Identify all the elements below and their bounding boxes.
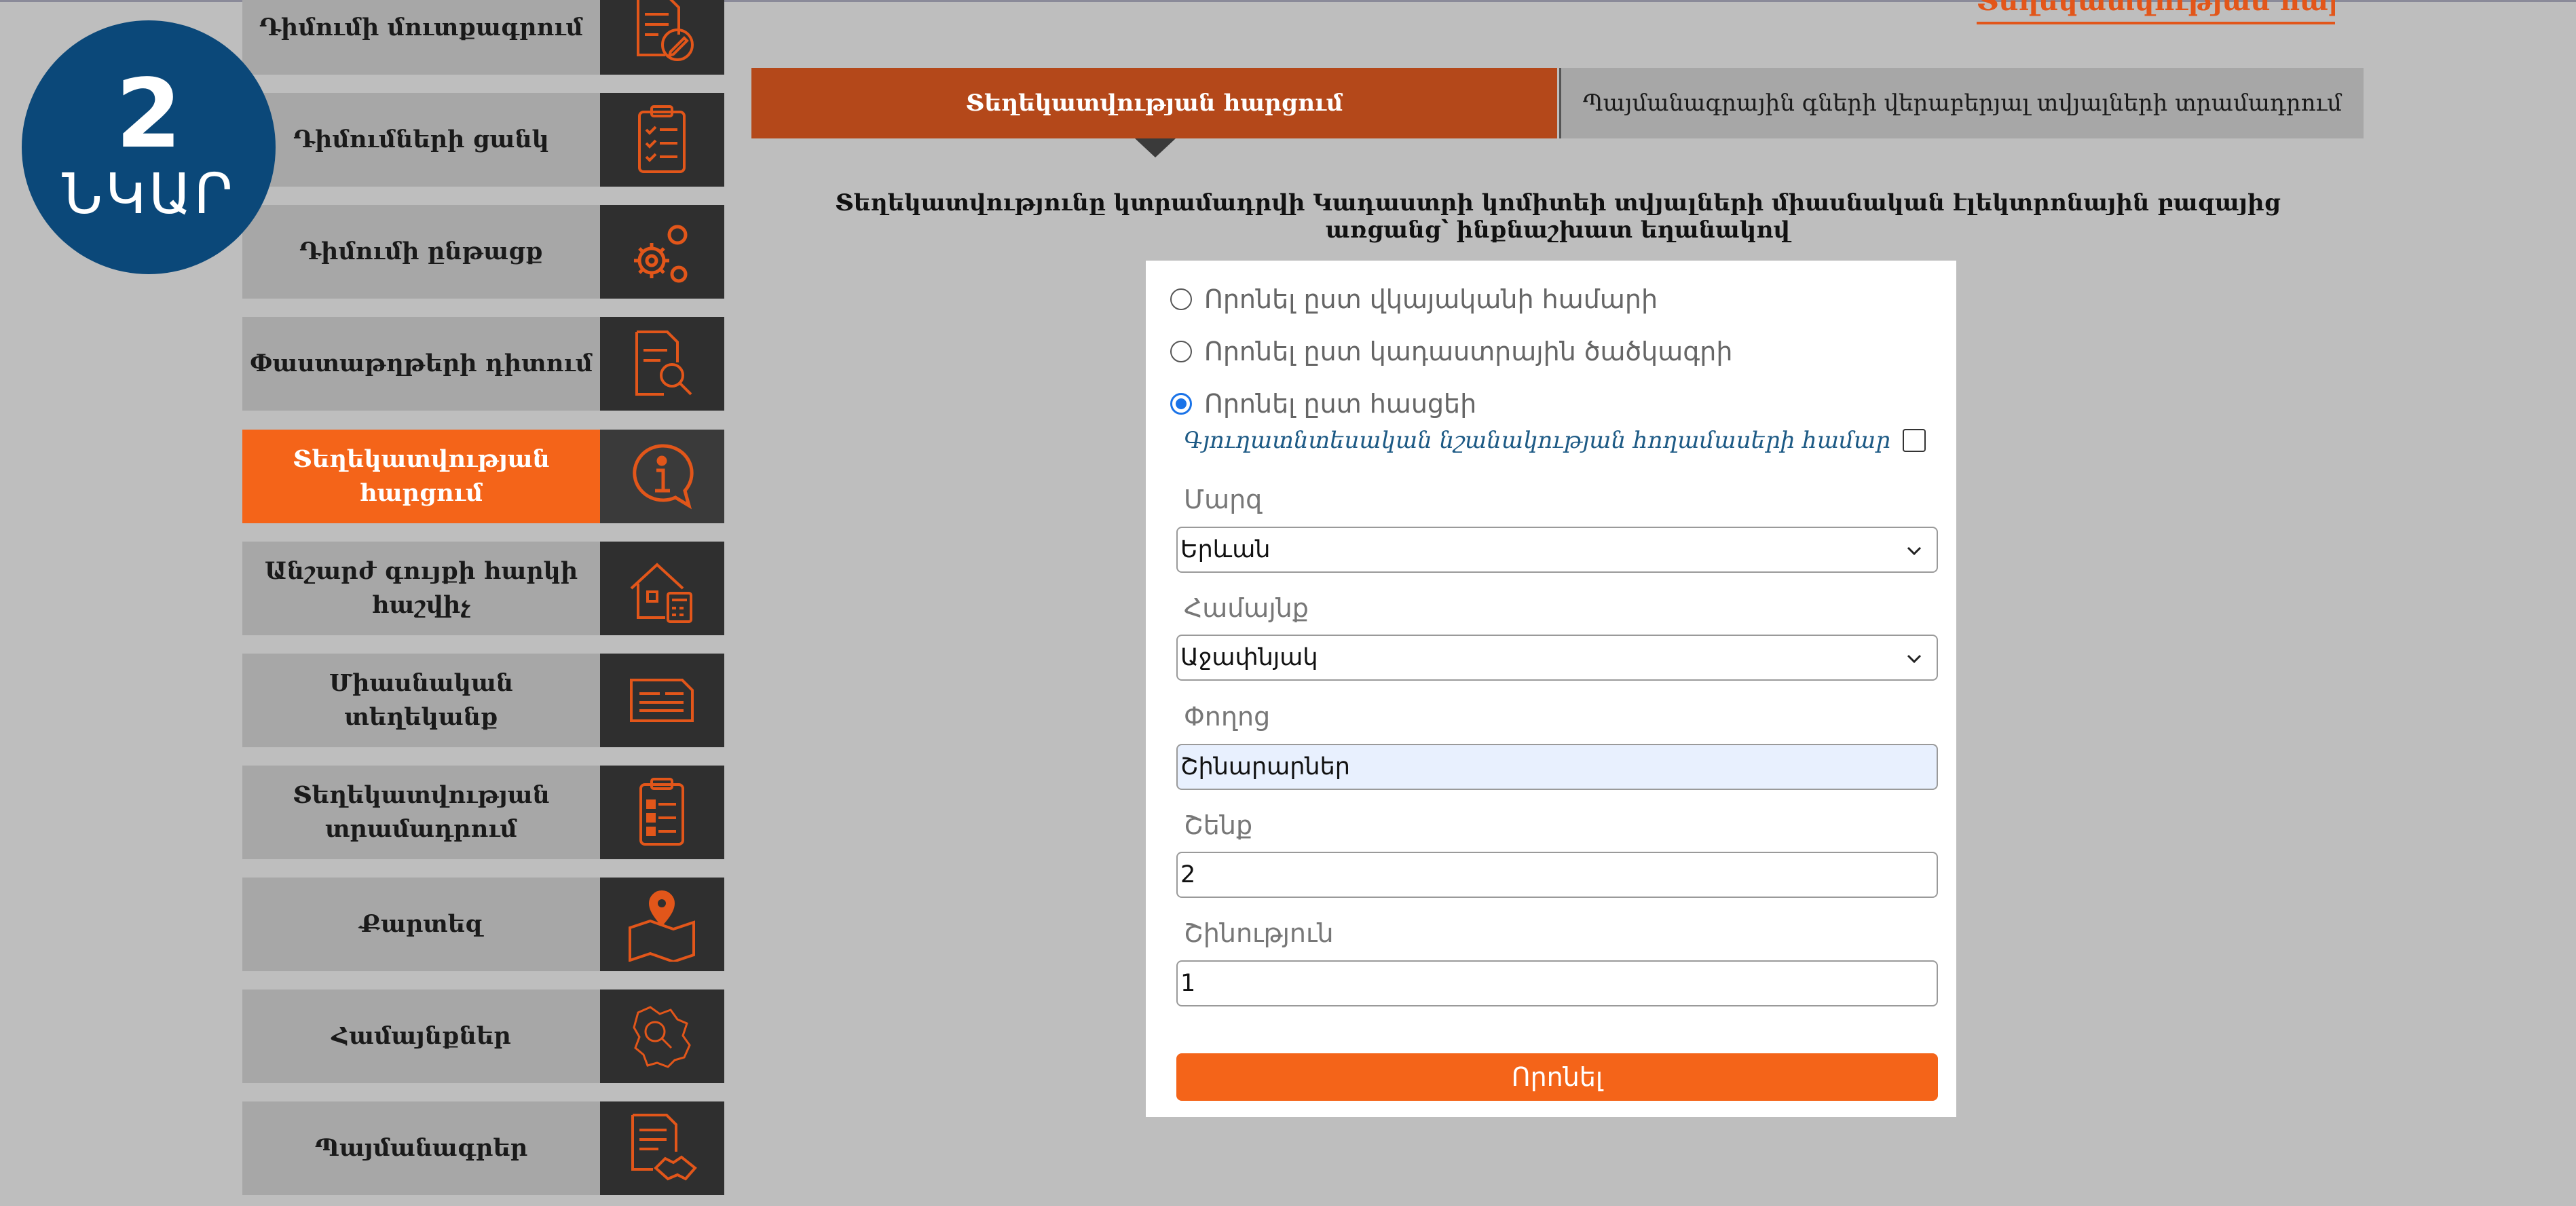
badge-word: ՆԿԱՐ bbox=[62, 162, 236, 227]
sidebar-item-label: Տեղեկատվության տրամադրում bbox=[242, 766, 600, 859]
gears-icon bbox=[600, 205, 724, 299]
search-form: Որոնել ըստ վկայականի համարի Որոնել ըստ կ… bbox=[1146, 261, 1956, 1117]
clipboard-form-icon bbox=[600, 766, 724, 859]
sidebar-item-contracts[interactable]: Պայմանագրեր bbox=[242, 1101, 724, 1195]
building-value: 2 bbox=[1180, 861, 1196, 888]
radio-option-cadastral-code[interactable]: Որոնել ըստ կադաստրային ծածկագրի bbox=[1170, 335, 1732, 369]
radio-label: Որոնել ըստ վկայականի համարի bbox=[1204, 284, 1658, 314]
document-lines-icon bbox=[600, 654, 724, 747]
sidebar-item-label: Պայմանագրեր bbox=[242, 1101, 600, 1195]
sidebar-item-label: Փաստաթղթերի դիտում bbox=[242, 317, 600, 411]
checkbox-label: Գյուղատնտեսական նշանակության հողամասերի … bbox=[1184, 427, 1891, 454]
search-button[interactable]: Որոնել bbox=[1176, 1053, 1938, 1101]
sidebar-item-property-tax-calculator[interactable]: Անշարժ գույքի հարկի հաշվիչ bbox=[242, 542, 724, 635]
street-value: Շինարարներ bbox=[1180, 753, 1350, 780]
marz-label: Մարզ bbox=[1184, 485, 1263, 514]
radio-button[interactable] bbox=[1170, 288, 1192, 310]
sidebar-item-communities[interactable]: Համայնքներ bbox=[242, 990, 724, 1083]
sidebar-item-map[interactable]: Քարտեզ bbox=[242, 878, 724, 971]
sidebar-item-label: Անշարժ գույքի հարկի հաշվիչ bbox=[242, 542, 600, 635]
active-tab-indicator bbox=[1135, 138, 1176, 157]
sidebar-item-info-request[interactable]: Տեղեկատվության հարցում bbox=[242, 430, 724, 523]
sidebar-item-label: Քարտեզ bbox=[242, 878, 600, 971]
document-search-icon bbox=[600, 317, 724, 411]
sidebar-item-label: Դիմումի ընթացք bbox=[242, 205, 600, 299]
sidebar-item-label: Դիմումների ցանկ bbox=[242, 93, 600, 187]
sidebar-item-label: Տեղեկատվության հարցում bbox=[242, 430, 600, 523]
sidebar-item-documents-view[interactable]: Փաստաթղթերի դիտում bbox=[242, 317, 724, 411]
agricultural-land-checkbox[interactable] bbox=[1903, 429, 1926, 452]
top-nav-link[interactable]: Տեղեկատվության հարցում bbox=[1977, 0, 2335, 24]
hamaynk-select[interactable]: Աջափնյակ bbox=[1176, 635, 1938, 681]
structure-input[interactable]: 1 bbox=[1176, 960, 1938, 1006]
sidebar-item-label: Միասնական տեղեկանք bbox=[242, 654, 600, 747]
building-input[interactable]: 2 bbox=[1176, 852, 1938, 898]
badge-number: 2 bbox=[115, 59, 182, 170]
chevron-down-icon bbox=[1907, 654, 1922, 664]
chevron-down-icon bbox=[1907, 546, 1922, 556]
map-search-icon bbox=[600, 990, 724, 1083]
sidebar-item-application-progress[interactable]: Դիմումի ընթացք bbox=[242, 205, 724, 299]
marz-value: Երևան bbox=[1180, 536, 1271, 563]
intro-text: Տեղեկատվությունը կտրամադրվի Կադաստրի կոմ… bbox=[835, 189, 2281, 244]
sidebar-item-unified-certificate[interactable]: Միասնական տեղեկանք bbox=[242, 654, 724, 747]
house-calculator-icon bbox=[600, 542, 724, 635]
sidebar-item-label: Համայնքներ bbox=[242, 990, 600, 1083]
street-input[interactable]: Շինարարներ bbox=[1176, 744, 1938, 790]
radio-button[interactable] bbox=[1170, 341, 1192, 362]
document-edit-icon bbox=[600, 0, 724, 75]
marz-select[interactable]: Երևան bbox=[1176, 527, 1938, 573]
info-chat-icon bbox=[600, 430, 724, 523]
sidebar-item-applications-list[interactable]: Դիմումների ցանկ bbox=[242, 93, 724, 187]
sidebar-item-application-entry[interactable]: Դիմումի մուտքագրում bbox=[242, 0, 724, 75]
radio-label: Որոնել ըստ կադաստրային ծածկագրի bbox=[1204, 337, 1733, 366]
tab-contract-prices[interactable]: Պայմանագրային գների վերաբերյալ տվյալների… bbox=[1559, 68, 2364, 138]
sidebar-item-info-provision[interactable]: Տեղեկատվության տրամադրում bbox=[242, 766, 724, 859]
building-label: Շենք bbox=[1184, 810, 1253, 840]
radio-label: Որոնել ըստ հասցեի bbox=[1204, 389, 1477, 419]
radio-option-certificate-number[interactable]: Որոնել ըստ վկայականի համարի bbox=[1170, 282, 1658, 316]
agricultural-land-option[interactable]: Գյուղատնտեսական նշանակության հողամասերի … bbox=[1184, 423, 1926, 457]
tab-info-request[interactable]: Տեղեկատվության հարցում bbox=[751, 68, 1557, 138]
hamaynk-label: Համայնք bbox=[1184, 593, 1309, 623]
radio-button-selected[interactable] bbox=[1170, 393, 1192, 415]
street-label: Փողոց bbox=[1184, 702, 1271, 732]
contract-handshake-icon bbox=[600, 1101, 724, 1195]
structure-label: Շինություն bbox=[1184, 918, 1334, 948]
figure-number-badge: 2 ՆԿԱՐ bbox=[22, 20, 276, 274]
sidebar-item-label: Դիմումի մուտքագրում bbox=[242, 0, 600, 75]
clipboard-list-icon bbox=[600, 93, 724, 187]
map-pin-icon bbox=[600, 878, 724, 971]
radio-option-address[interactable]: Որոնել ըստ հասցեի bbox=[1170, 387, 1476, 421]
hamaynk-value: Աջափնյակ bbox=[1180, 644, 1318, 671]
structure-value: 1 bbox=[1180, 970, 1196, 997]
